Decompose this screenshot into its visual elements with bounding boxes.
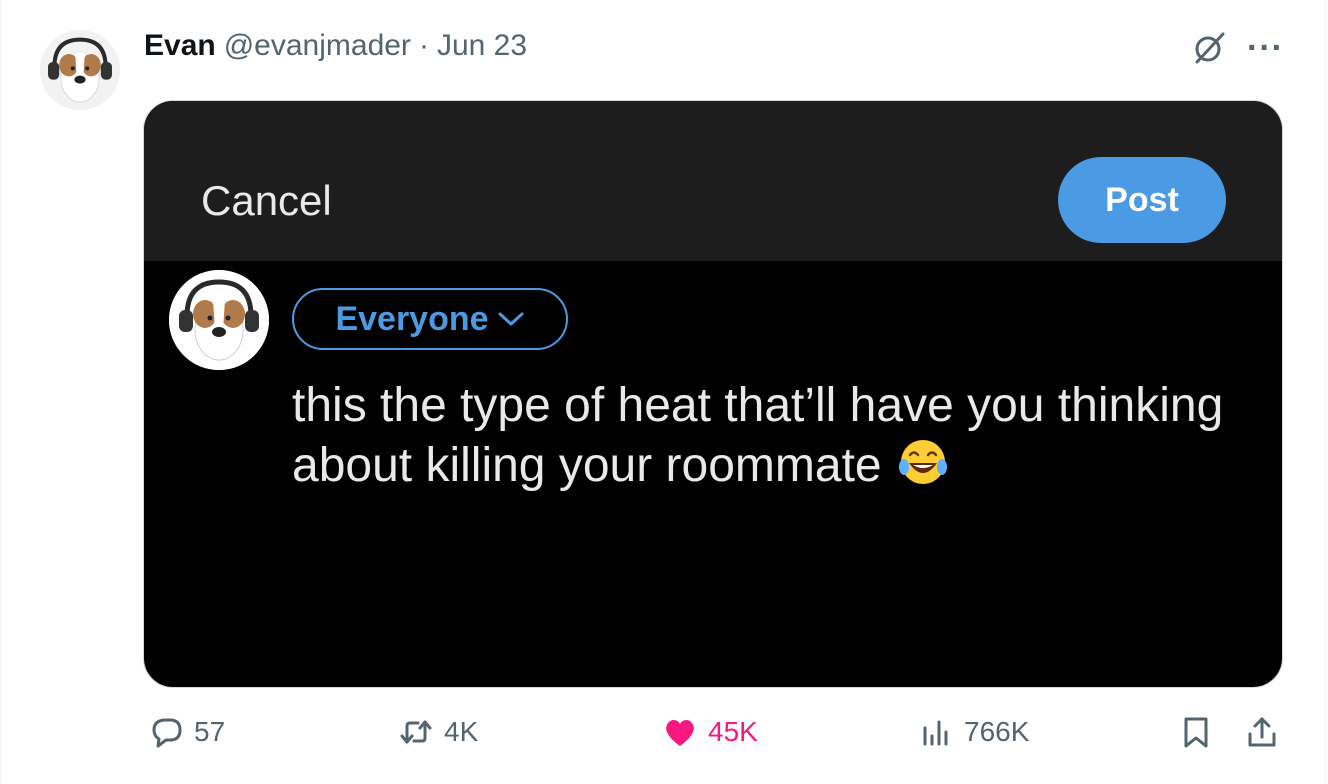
cancel-label: Cancel bbox=[201, 177, 332, 224]
views-button[interactable]: 766K bbox=[918, 714, 1029, 750]
audience-selector: Everyone bbox=[292, 288, 568, 350]
compose-avatar bbox=[169, 270, 269, 370]
bookmark-button[interactable] bbox=[1178, 714, 1214, 750]
views-count: 766K bbox=[964, 716, 1030, 747]
share-upload-icon bbox=[1248, 717, 1276, 747]
repost-count: 4K bbox=[444, 716, 479, 747]
post-image[interactable]: Cancel Post Everyone this the type of he… bbox=[143, 100, 1283, 688]
action-bar: 57 4K 45K 766K bbox=[0, 700, 1328, 770]
grok-icon[interactable] bbox=[1189, 28, 1229, 68]
author-avatar[interactable] bbox=[40, 30, 120, 110]
chevron-down-icon bbox=[498, 312, 524, 326]
bar-chart-icon bbox=[923, 720, 948, 746]
compose-text-body: this the type of heat that’ll have you t… bbox=[292, 379, 1224, 492]
like-count: 45K bbox=[708, 716, 758, 747]
dog-headphones-avatar bbox=[40, 30, 120, 110]
header-separator: · bbox=[418, 29, 429, 62]
audience-label: Everyone bbox=[335, 299, 489, 338]
dog-headphones-avatar-small bbox=[169, 270, 269, 370]
heart-icon bbox=[666, 720, 694, 746]
repost-arrows-icon bbox=[400, 720, 432, 744]
author-handle[interactable]: @evanjmader bbox=[224, 29, 411, 63]
speech-bubble-icon bbox=[152, 718, 182, 748]
repost-button[interactable]: 4K bbox=[398, 714, 478, 750]
post-date[interactable]: Jun 23 bbox=[437, 29, 527, 63]
like-button[interactable]: 45K bbox=[662, 714, 758, 750]
more-icon[interactable]: ··· bbox=[1247, 31, 1284, 65]
header-icons: ··· bbox=[1189, 28, 1284, 68]
post-button-in-image: Post bbox=[1058, 157, 1226, 243]
share-button[interactable] bbox=[1244, 714, 1280, 750]
post-header: Evan @evanjmader · Jun 23 bbox=[144, 24, 527, 68]
reply-count: 57 bbox=[194, 716, 226, 747]
reply-button[interactable]: 57 bbox=[148, 714, 225, 750]
bookmark-icon bbox=[1184, 717, 1208, 748]
laughing-crying-emoji-icon bbox=[898, 440, 947, 484]
compose-text: this the type of heat that’ll have you t… bbox=[292, 377, 1252, 495]
author-name[interactable]: Evan bbox=[144, 29, 216, 63]
